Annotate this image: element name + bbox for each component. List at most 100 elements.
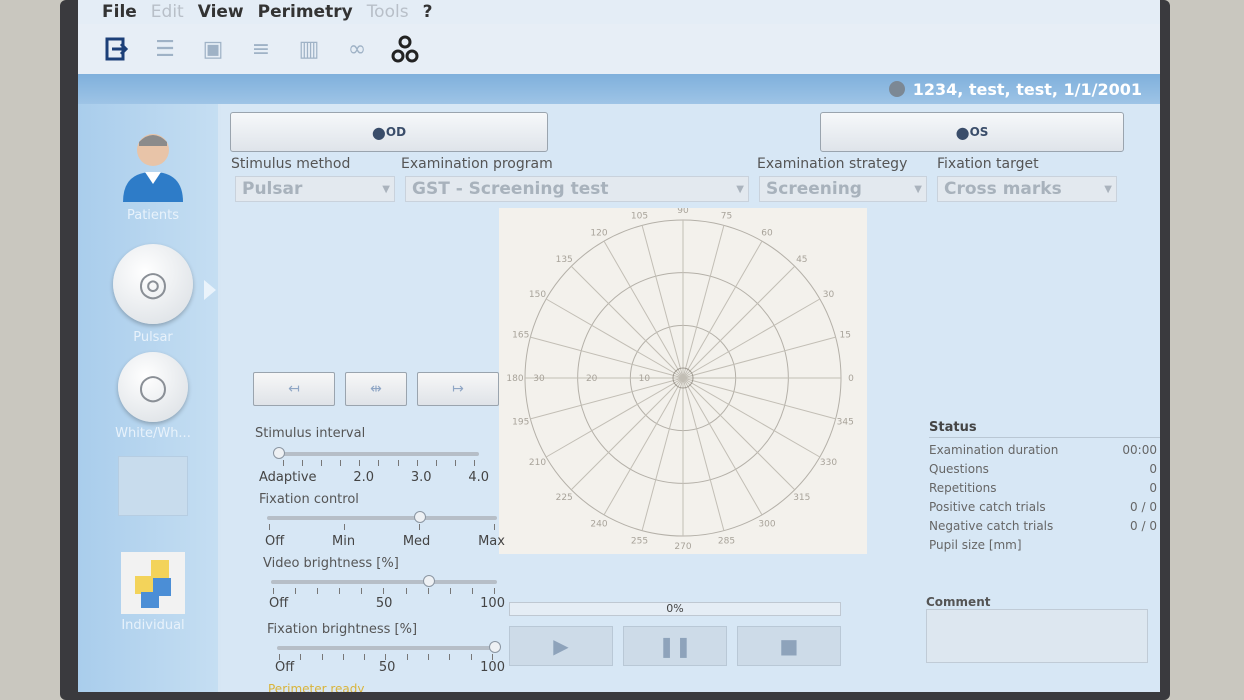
individual-cubes-icon: [121, 552, 185, 614]
angle-label: 0: [848, 374, 854, 384]
menu-perimetry[interactable]: Perimetry: [258, 2, 353, 22]
tick-label: 2.0: [353, 470, 375, 485]
chevron-down-icon: ▼: [914, 183, 922, 195]
status-row-value: 0: [1149, 480, 1157, 495]
tick-label: 100: [480, 660, 505, 675]
stop-button[interactable]: ■: [737, 626, 841, 666]
start-button[interactable]: ▶: [509, 626, 613, 666]
menu-file[interactable]: File: [102, 2, 137, 22]
angle-label: 210: [529, 458, 546, 468]
angle-label: 270: [674, 542, 691, 552]
angle-label: 180: [506, 374, 523, 384]
move-left-button[interactable]: ↤: [253, 372, 335, 406]
fixation-control-tick-labels: Off Min Med Max: [265, 534, 505, 549]
angle-label: 45: [796, 255, 807, 265]
slider-knob[interactable]: [414, 511, 427, 523]
grid-spoke: [682, 240, 763, 379]
status-row-label: Repetitions: [929, 480, 997, 495]
stimulus-method-value: Pulsar: [242, 179, 303, 199]
grid-spoke: [682, 377, 763, 516]
tick-label: Off: [265, 534, 285, 549]
os-eye-button[interactable]: ● OS: [820, 112, 1124, 152]
od-eye-button[interactable]: ● OD: [230, 112, 548, 152]
pulsar-icon: ◎: [113, 244, 193, 324]
menu-tools[interactable]: Tools: [367, 2, 409, 22]
save-icon[interactable]: ▣: [198, 34, 228, 64]
examination-program-select[interactable]: GST - Screening test ▼: [405, 176, 749, 202]
connection-icon[interactable]: [390, 34, 420, 64]
sidebar: Patients ◎ Pulsar ○ White/Wh... Individu…: [78, 104, 218, 692]
fixation-target-select[interactable]: Cross marks ▼: [937, 176, 1117, 202]
menu-help[interactable]: ?: [423, 2, 433, 22]
sidebar-item-pulsar[interactable]: ◎ Pulsar: [108, 244, 198, 345]
grid-spoke: [682, 336, 836, 379]
fixation-target-value: Cross marks: [944, 179, 1062, 199]
visual-field-plot: 90 75 60 45 30 15 0 345 330 315 300 285 270 255 240 225…: [499, 206, 867, 554]
glasses-icon[interactable]: ∞: [342, 34, 372, 64]
sidebar-item-label: Pulsar: [133, 330, 173, 345]
angle-label: 225: [556, 493, 573, 503]
slider-ticks: [269, 524, 495, 530]
stimulus-method-select[interactable]: Pulsar ▼: [235, 176, 395, 202]
angle-label: 150: [529, 290, 546, 300]
pause-button[interactable]: ❚❚: [623, 626, 727, 666]
angle-label: 165: [512, 331, 529, 341]
grid-spoke: [530, 336, 684, 379]
status-panel: Status Examination duration 00:00 Questio…: [929, 420, 1160, 554]
sidebar-item-patients[interactable]: Patients: [108, 124, 198, 223]
patient-label: 1234, test, test, 1/1/2001: [912, 79, 1142, 99]
slider-ticks: [273, 588, 495, 594]
selected-arrow-icon: [204, 280, 216, 300]
sidebar-item-individual[interactable]: Individual: [108, 552, 198, 633]
stimulus-method-label: Stimulus method: [231, 156, 351, 172]
exit-icon[interactable]: [102, 34, 132, 64]
play-icon: ▶: [553, 634, 569, 658]
angle-label: 60: [761, 229, 773, 239]
fixation-control-slider[interactable]: [267, 511, 497, 523]
chevron-down-icon: ▼: [736, 183, 744, 195]
print-icon[interactable]: ≡: [246, 34, 276, 64]
toolbar: ☰ ▣ ≡ ▥ ∞: [78, 24, 1160, 74]
list-icon[interactable]: ☰: [150, 34, 180, 64]
slider-ticks: [283, 460, 475, 466]
fixation-brightness-label: Fixation brightness [%]: [267, 622, 418, 637]
slider-knob[interactable]: [489, 641, 501, 653]
sidebar-item-white-white[interactable]: ○ White/Wh...: [108, 352, 198, 441]
angle-label: 255: [631, 536, 648, 546]
center-button[interactable]: ⇹: [345, 372, 407, 406]
grid-spoke: [545, 377, 684, 458]
video-brightness-slider[interactable]: [271, 575, 497, 587]
status-row-value: 00:00: [1122, 442, 1157, 457]
slider-knob[interactable]: [423, 575, 436, 587]
documents-icon: [118, 456, 188, 516]
sidebar-item-documents[interactable]: [108, 456, 198, 516]
tick-label: 50: [375, 596, 393, 611]
fixation-control-label: Fixation control: [259, 492, 359, 507]
angle-label: 300: [758, 519, 775, 529]
white-white-icon: ○: [118, 352, 188, 422]
angle-label: 345: [837, 417, 854, 427]
angle-label: 120: [590, 229, 607, 239]
radius-label: 30: [533, 374, 545, 384]
comment-field[interactable]: [926, 609, 1148, 663]
fixation-brightness-slider[interactable]: [277, 641, 501, 653]
slider-knob[interactable]: [273, 447, 285, 459]
grid-spoke: [603, 240, 684, 379]
stimulus-interval-slider[interactable]: [273, 447, 479, 459]
menu-view[interactable]: View: [198, 2, 244, 22]
grid-spoke: [682, 377, 821, 458]
menu-edit[interactable]: Edit: [151, 2, 184, 22]
video-brightness-tick-labels: Off 50 100: [269, 596, 505, 611]
tick-label: Med: [402, 534, 431, 549]
status-row: Negative catch trials 0 / 0: [929, 516, 1160, 535]
grid-spoke: [682, 377, 796, 491]
database-icon[interactable]: ▥: [294, 34, 324, 64]
sidebar-item-label: Patients: [126, 208, 180, 223]
stop-icon: ■: [779, 634, 799, 658]
examination-strategy-select[interactable]: Screening ▼: [759, 176, 927, 202]
radius-label: 10: [639, 374, 651, 384]
eye-os-icon: ●: [955, 122, 970, 142]
move-right-button[interactable]: ↦: [417, 372, 499, 406]
radius-label: 20: [586, 374, 598, 384]
angle-label: 75: [721, 212, 732, 222]
